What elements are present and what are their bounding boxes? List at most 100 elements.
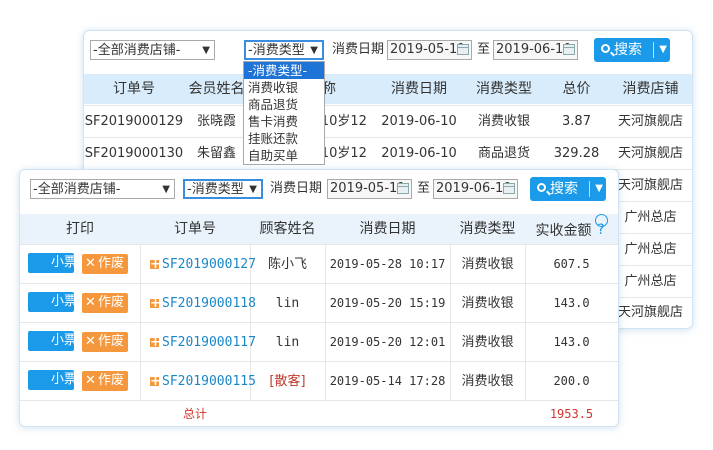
front-date-from-input[interactable]: 2019-05-11 — [327, 179, 412, 199]
dropdown-option[interactable]: 消费收银 — [244, 79, 324, 96]
front-table-body: 小票 ✕ 作废 + SF2019000127 陈小飞 2019-05-28 10:… — [20, 244, 618, 426]
back-date-from-value: 2019-05-11 — [390, 42, 466, 57]
table-row[interactable]: 小票 ✕ 作废 + SF2019000115 [散客] 2019-05-14 17… — [20, 361, 618, 401]
void-button[interactable]: ✕ 作废 — [82, 332, 128, 352]
expand-plus-icon[interactable]: + — [150, 297, 161, 310]
chevron-down-icon: ▼ — [310, 45, 318, 56]
void-label: 作废 — [98, 256, 125, 271]
chevron-down-icon: ▼ — [202, 45, 210, 56]
paid-amount: 143.0 — [553, 335, 590, 349]
front-date-to-input[interactable]: 2019-06-10 — [433, 179, 518, 199]
consume-type: 消费收银 — [461, 374, 514, 389]
void-label: 作废 — [98, 373, 125, 388]
table-row[interactable]: SF2019000129 张晓霞 -10岁12 2019-06-10 消费收银 … — [84, 105, 692, 138]
front-col-customer: 顾客姓名 — [259, 221, 316, 237]
close-icon: ✕ — [85, 373, 96, 388]
calendar-icon[interactable] — [397, 183, 409, 194]
void-button[interactable]: ✕ 作废 — [82, 254, 128, 274]
divider — [653, 42, 654, 58]
order-number-link[interactable]: SF2019000115 — [162, 362, 256, 401]
front-col-print: 打印 — [66, 221, 94, 237]
front-to-label: 至 — [417, 181, 431, 196]
print-ticket-button[interactable]: 小票 — [28, 292, 77, 312]
back-store-cell: 天河旗舰店 — [617, 305, 683, 320]
print-ticket-button[interactable]: 小票 — [28, 331, 78, 351]
back-date-from-input[interactable]: 2019-05-11 — [387, 40, 472, 60]
void-button[interactable]: ✕ 作废 — [82, 293, 128, 313]
back-type-select[interactable]: -消费类型 ▼ — [244, 40, 324, 60]
back-toolbar: -全部消费店铺- ▼ -消费类型 ▼ 消费日期 2019-05-11 至 201… — [84, 31, 692, 71]
customer-name: 陈小飞 — [267, 257, 307, 272]
order-number-link[interactable]: SF2019000118 — [162, 284, 256, 323]
back-store-cell: 天河旗舰店 — [617, 178, 683, 193]
back-member-cell: 朱留鑫 — [196, 146, 236, 161]
table-row[interactable]: 小票 ✕ 作废 + SF2019000127 陈小飞 2019-05-28 10:… — [20, 244, 618, 284]
expand-plus-icon[interactable]: + — [150, 258, 161, 271]
chevron-down-icon: ▼ — [249, 184, 257, 195]
customer-name: lin — [275, 296, 300, 311]
consume-type: 消费收银 — [461, 257, 514, 272]
customer-name: lin — [275, 335, 300, 350]
dropdown-option[interactable]: -消费类型- — [244, 62, 324, 79]
chevron-down-icon[interactable]: ▼ — [659, 38, 667, 62]
chevron-down-icon[interactable]: ▼ — [595, 177, 603, 201]
close-icon: ✕ — [85, 295, 96, 310]
close-icon: ✕ — [85, 256, 96, 271]
search-icon — [601, 44, 610, 53]
back-date-to-input[interactable]: 2019-06-10 — [493, 40, 578, 60]
dropdown-option[interactable]: 自助买单 — [244, 147, 324, 164]
back-to-label: 至 — [477, 42, 491, 57]
back-col-total: 总价 — [562, 81, 591, 97]
expand-plus-icon[interactable]: + — [150, 336, 161, 349]
total-amount: 1953.5 — [549, 407, 594, 421]
back-total-cell: 329.28 — [553, 146, 600, 161]
consume-datetime: 2019-05-20 12:01 — [329, 335, 446, 349]
front-col-order: 订单号 — [174, 221, 216, 237]
front-store-select[interactable]: -全部消费店铺- ▼ — [30, 179, 175, 199]
calendar-icon[interactable] — [457, 44, 469, 55]
type-dropdown-list: -消费类型- 消费收银 商品退货 售卡消费 挂账还款 自助买单 — [243, 61, 325, 165]
back-table-header: 订单号 会员姓名 称 消费日期 消费类型 总价 消费店铺 — [84, 74, 692, 104]
dropdown-option[interactable]: 售卡消费 — [244, 113, 324, 130]
print-ticket-label: 小票 — [51, 372, 78, 387]
paid-amount: 200.0 — [553, 374, 590, 388]
front-col-amount-label: 实收金额 — [535, 223, 592, 239]
front-col-date: 消费日期 — [359, 221, 416, 237]
back-store-select-value: -全部消费店铺- — [93, 43, 181, 58]
calendar-icon[interactable] — [503, 183, 515, 194]
table-row[interactable]: 小票 ✕ 作废 + SF2019000118 lin 2019-05-20 15:… — [20, 283, 618, 323]
front-col-type: 消费类型 — [459, 221, 516, 237]
back-total-cell: 3.87 — [562, 114, 591, 129]
help-icon[interactable]: ? — [594, 214, 608, 238]
close-icon: ✕ — [85, 334, 96, 349]
consume-type: 消费收银 — [461, 335, 514, 350]
calendar-icon[interactable] — [563, 44, 575, 55]
back-order-cell: SF2019000129 — [84, 114, 184, 129]
order-number-link[interactable]: SF2019000117 — [162, 323, 256, 362]
void-button[interactable]: ✕ 作废 — [82, 371, 128, 391]
order-number-link[interactable]: SF2019000127 — [162, 245, 256, 284]
dropdown-option[interactable]: 商品退货 — [244, 96, 324, 113]
back-date-cell: 2019-06-10 — [381, 114, 457, 129]
consume-datetime: 2019-05-28 10:17 — [329, 257, 446, 271]
back-store-cell: 广州总店 — [624, 242, 677, 257]
back-col-member: 会员姓名 — [188, 81, 245, 97]
table-row[interactable]: 小票 ✕ 作废 + SF2019000117 lin 2019-05-20 12:… — [20, 322, 618, 362]
dropdown-option[interactable]: 挂账还款 — [244, 130, 324, 147]
print-ticket-label: 小票 — [51, 333, 78, 348]
back-store-select[interactable]: -全部消费店铺- ▼ — [90, 40, 215, 60]
void-label: 作废 — [98, 334, 125, 349]
total-label: 总计 — [182, 407, 207, 421]
table-row[interactable]: SF2019000130 朱留鑫 -10岁12 2019-06-10 商品退货 … — [84, 137, 692, 170]
front-search-button[interactable]: 搜索 ▼ — [530, 177, 606, 201]
print-ticket-button[interactable]: 小票 — [28, 253, 77, 273]
back-col-order: 订单号 — [113, 81, 155, 97]
consume-datetime: 2019-05-14 17:28 — [329, 374, 446, 388]
expand-plus-icon[interactable]: + — [150, 375, 161, 388]
print-ticket-button[interactable]: 小票 — [28, 370, 78, 390]
back-col-date: 消费日期 — [391, 81, 447, 97]
front-date-label: 消费日期 — [270, 181, 323, 196]
front-type-select[interactable]: -消费类型 ▼ — [183, 179, 263, 199]
back-search-button[interactable]: 搜索 ▼ — [594, 38, 670, 62]
total-row: 总计 1953.5 — [20, 400, 618, 426]
